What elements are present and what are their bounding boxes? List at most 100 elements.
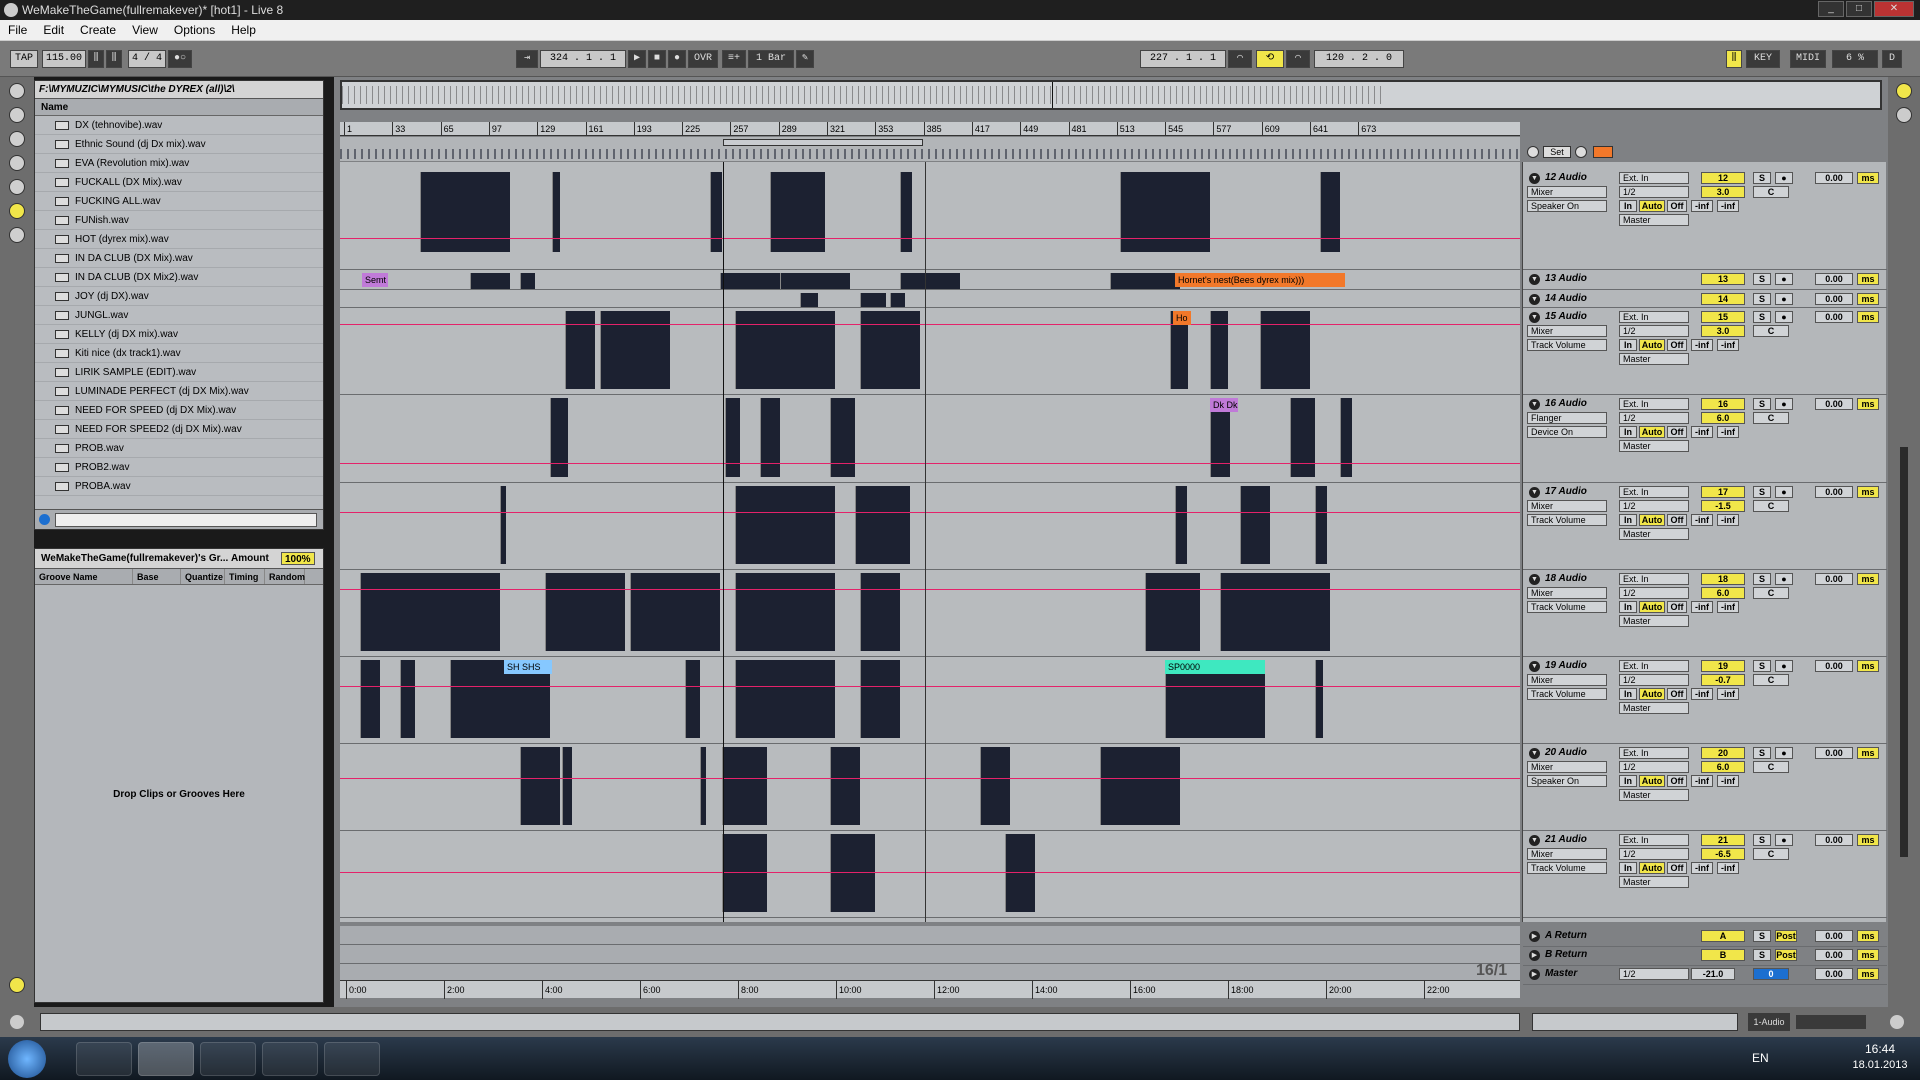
delay-unit-button[interactable]: ms bbox=[1857, 573, 1879, 585]
track-name[interactable]: 17 Audio bbox=[1545, 486, 1587, 497]
audio-clip[interactable] bbox=[552, 172, 560, 252]
audio-clip[interactable] bbox=[550, 398, 568, 477]
loop-start-field[interactable]: 227 . 1 . 1 bbox=[1140, 50, 1226, 68]
track-lane[interactable] bbox=[340, 745, 1520, 831]
track-fold-icon[interactable]: ▼ bbox=[1529, 835, 1540, 846]
device-chooser[interactable]: Flanger bbox=[1527, 412, 1607, 424]
monitor-auto-button[interactable]: Auto bbox=[1639, 688, 1665, 700]
file-item[interactable]: FUNish.wav bbox=[35, 211, 323, 230]
parameter-chooser[interactable]: Track Volume bbox=[1527, 339, 1607, 351]
track-activator-button[interactable]: 18 bbox=[1701, 573, 1745, 585]
loop-brace[interactable] bbox=[723, 139, 923, 146]
volume-field[interactable]: 6.0 bbox=[1701, 761, 1745, 773]
track-name[interactable]: 19 Audio bbox=[1545, 660, 1587, 671]
track-lane[interactable]: SH SHS SP0000 bbox=[340, 658, 1520, 744]
track-lane[interactable]: Dk Dk bbox=[340, 396, 1520, 483]
automation-line[interactable] bbox=[340, 778, 1520, 779]
solo-button[interactable]: S bbox=[1753, 293, 1771, 305]
arrangement-view-icon[interactable] bbox=[1896, 83, 1912, 99]
file-item[interactable]: IN DA CLUB (DX Mix).wav bbox=[35, 249, 323, 268]
parameter-chooser[interactable]: Device On bbox=[1527, 426, 1607, 438]
audio-clip[interactable] bbox=[1315, 486, 1327, 564]
col-random[interactable]: Random bbox=[265, 569, 305, 584]
input-type-select[interactable]: Ext. In bbox=[1619, 660, 1689, 672]
delay-unit-button[interactable]: ms bbox=[1857, 834, 1879, 846]
return-name[interactable]: B Return bbox=[1545, 949, 1587, 960]
taskbar-live-icon[interactable] bbox=[138, 1042, 194, 1076]
file-item[interactable]: JUNGL.wav bbox=[35, 306, 323, 325]
audio-clip[interactable] bbox=[520, 747, 560, 825]
midi-map-button[interactable]: MIDI bbox=[1790, 50, 1826, 68]
delay-unit-button[interactable]: ms bbox=[1857, 273, 1879, 285]
quantize-menu-icon[interactable]: ≡+ bbox=[722, 50, 746, 68]
track-delay-field[interactable]: 0.00 bbox=[1815, 930, 1853, 942]
audio-clip[interactable] bbox=[1005, 834, 1035, 912]
track-lane[interactable] bbox=[340, 571, 1520, 657]
file-item[interactable]: NEED FOR SPEED2 (dj DX Mix).wav bbox=[35, 420, 323, 439]
track-name[interactable]: 12 Audio bbox=[1545, 172, 1587, 183]
audio-clip[interactable] bbox=[890, 293, 905, 307]
track-lane[interactable] bbox=[340, 170, 1520, 270]
device-chooser[interactable]: Mixer bbox=[1527, 587, 1607, 599]
volume-field[interactable]: 3.0 bbox=[1701, 186, 1745, 198]
delay-unit-button[interactable]: ms bbox=[1857, 660, 1879, 672]
track-delay-field[interactable]: 0.00 bbox=[1815, 968, 1853, 980]
track-delay-field[interactable]: 0.00 bbox=[1815, 834, 1853, 846]
track-activator-button[interactable]: 14 bbox=[1701, 293, 1745, 305]
monitor-auto-button[interactable]: Auto bbox=[1639, 514, 1665, 526]
automation-line[interactable] bbox=[340, 324, 1520, 325]
hot-swap-icon[interactable] bbox=[9, 227, 25, 243]
browser-path[interactable]: F:\MYMUZIC\MYMUSIC\the DYREX (all)\2\ bbox=[35, 81, 323, 99]
solo-button[interactable]: S bbox=[1753, 486, 1771, 498]
audio-clip[interactable] bbox=[980, 747, 1010, 825]
return-activator-button[interactable]: A bbox=[1701, 930, 1745, 942]
audio-clip[interactable] bbox=[860, 660, 900, 738]
solo-button[interactable]: S bbox=[1753, 273, 1771, 285]
track-name[interactable]: 13 Audio bbox=[1545, 273, 1587, 284]
input-type-select[interactable]: Ext. In bbox=[1619, 834, 1689, 846]
session-view-icon[interactable] bbox=[1896, 107, 1912, 123]
set-locator-button[interactable]: Set bbox=[1543, 146, 1571, 158]
minimize-button[interactable]: _ bbox=[1818, 1, 1844, 17]
input-type-select[interactable]: Ext. In bbox=[1619, 311, 1689, 323]
monitor-in-button[interactable]: In bbox=[1619, 514, 1637, 526]
track-activator-button[interactable]: 17 bbox=[1701, 486, 1745, 498]
arrangement-overview[interactable] bbox=[340, 80, 1882, 110]
audio-clip[interactable] bbox=[830, 834, 875, 912]
track-fold-icon[interactable]: ▼ bbox=[1529, 399, 1540, 410]
stop-button[interactable]: ■ bbox=[648, 50, 666, 68]
monitor-in-button[interactable]: In bbox=[1619, 426, 1637, 438]
arm-button[interactable]: ● bbox=[1775, 834, 1793, 846]
audio-clip[interactable] bbox=[630, 573, 720, 651]
device-browser-icon[interactable] bbox=[9, 107, 25, 123]
volume-field[interactable]: -0.7 bbox=[1701, 674, 1745, 686]
delay-unit-button[interactable]: ms bbox=[1857, 747, 1879, 759]
solo-button[interactable]: S bbox=[1753, 398, 1771, 410]
monitor-off-button[interactable]: Off bbox=[1667, 688, 1687, 700]
view-toggle-buttons[interactable] bbox=[1796, 1015, 1866, 1029]
menu-create[interactable]: Create bbox=[72, 20, 124, 40]
arm-button[interactable]: ● bbox=[1775, 311, 1793, 323]
device-chooser[interactable]: Mixer bbox=[1527, 674, 1607, 686]
beat-ruler[interactable]: 1 33 65 97 129 161 193 225 257 289 321 353 385 417 449… bbox=[340, 122, 1520, 136]
parameter-chooser[interactable]: Track Volume bbox=[1527, 601, 1607, 613]
track-fold-icon[interactable]: ▼ bbox=[1529, 487, 1540, 498]
output-routing-select[interactable]: Master bbox=[1619, 353, 1689, 365]
tempo-field[interactable]: 115.00 bbox=[42, 50, 86, 68]
plugin-browser-icon[interactable] bbox=[9, 131, 25, 147]
parameter-chooser[interactable]: Speaker On bbox=[1527, 200, 1607, 212]
audio-clip[interactable] bbox=[735, 311, 835, 389]
audio-clip[interactable] bbox=[855, 486, 910, 564]
automation-line[interactable] bbox=[340, 589, 1520, 590]
audio-clip[interactable] bbox=[1320, 172, 1340, 252]
monitor-in-button[interactable]: In bbox=[1619, 339, 1637, 351]
track-fold-icon[interactable]: ▶ bbox=[1529, 950, 1540, 961]
delay-unit-button[interactable]: ms bbox=[1857, 949, 1879, 961]
arm-button[interactable]: ● bbox=[1775, 293, 1793, 305]
return-activator-button[interactable]: B bbox=[1701, 949, 1745, 961]
track-delay-field[interactable]: 0.00 bbox=[1815, 486, 1853, 498]
input-type-select[interactable]: Ext. In bbox=[1619, 747, 1689, 759]
input-channel-select[interactable]: 1/2 bbox=[1619, 761, 1689, 773]
parameter-chooser[interactable]: Track Volume bbox=[1527, 514, 1607, 526]
solo-button[interactable]: S bbox=[1753, 949, 1771, 961]
